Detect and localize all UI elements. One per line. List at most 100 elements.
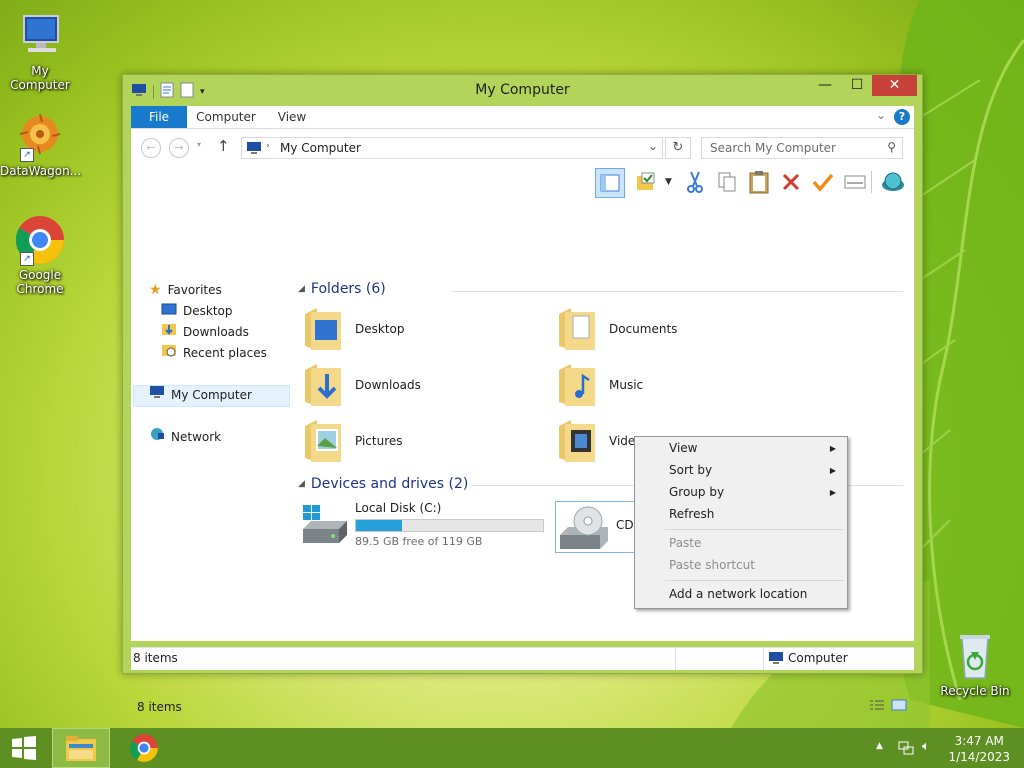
status-divider bbox=[675, 648, 676, 670]
nav-item-my-computer[interactable]: My Computer bbox=[149, 385, 252, 405]
clock-time: 3:47 AM bbox=[954, 734, 1004, 748]
menu-item-sort-by[interactable]: Sort by ▶ bbox=[636, 460, 846, 481]
computer-icon bbox=[768, 651, 784, 668]
large-icons-view-icon[interactable] bbox=[891, 699, 907, 714]
refresh-button[interactable]: ↻ bbox=[665, 137, 691, 159]
nav-item-favorites[interactable]: ★ Favorites bbox=[149, 280, 222, 300]
taskbar-chrome[interactable] bbox=[116, 728, 172, 768]
computer-icon bbox=[14, 10, 66, 62]
menu-separator bbox=[665, 529, 843, 530]
search-box[interactable]: Search My Computer ⚲ bbox=[701, 137, 903, 159]
menu-item-paste-shortcut[interactable]: Paste shortcut bbox=[636, 555, 846, 576]
menu-item-group-by[interactable]: Group by ▶ bbox=[636, 482, 846, 503]
breadcrumb-separator-icon[interactable]: › bbox=[266, 141, 270, 151]
menu-item-add-network-location[interactable]: Add a network location bbox=[636, 584, 846, 605]
show-hidden-icons-icon[interactable]: ▲ bbox=[876, 741, 883, 751]
folder-pictures[interactable]: Pictures bbox=[303, 415, 403, 467]
pictures-folder-icon bbox=[305, 420, 341, 462]
folder-desktop[interactable]: Desktop bbox=[303, 303, 405, 355]
forward-button[interactable]: → bbox=[169, 138, 189, 158]
layout-icon[interactable] bbox=[633, 168, 661, 196]
tab-computer[interactable]: Computer bbox=[193, 106, 259, 128]
submenu-arrow-icon: ▶ bbox=[829, 488, 836, 497]
address-dropdown-icon[interactable]: ⌄ bbox=[648, 139, 658, 153]
nav-label: Favorites bbox=[167, 283, 222, 297]
drive-name: CD bbox=[616, 518, 634, 532]
close-button[interactable]: ✕ bbox=[872, 75, 917, 96]
desktop-icon-recycle-bin[interactable]: Recycle Bin bbox=[935, 630, 1015, 698]
copy-icon[interactable] bbox=[713, 168, 741, 196]
recent-locations-icon[interactable]: ▾ bbox=[197, 140, 201, 149]
menu-separator bbox=[665, 580, 843, 581]
nav-item-downloads[interactable]: Downloads bbox=[161, 322, 249, 342]
up-button[interactable]: ↑ bbox=[217, 137, 230, 155]
network-globe-icon[interactable] bbox=[879, 168, 907, 196]
downloads-folder-icon bbox=[305, 364, 341, 406]
desktop-icon-label: Recycle Bin bbox=[940, 684, 1010, 698]
tab-file[interactable]: File bbox=[131, 106, 187, 128]
maximize-button[interactable]: ☐ bbox=[843, 75, 871, 96]
nav-item-recent-places[interactable]: Recent places bbox=[161, 343, 267, 363]
minimize-button[interactable]: — bbox=[811, 75, 839, 96]
status-item-count: 8 items bbox=[133, 651, 178, 665]
desktop-icon-label: My Computer bbox=[10, 64, 70, 92]
clock[interactable]: 3:47 AM 1/14/2023 bbox=[948, 733, 1010, 765]
nav-label: Recent places bbox=[183, 346, 267, 360]
expand-ribbon-icon[interactable]: ⌄ bbox=[876, 108, 886, 122]
local-disk-icon bbox=[303, 505, 347, 543]
desktop-icon-chrome[interactable]: ↗ Google Chrome bbox=[0, 214, 80, 296]
navigation-bar: ← → ▾ ↑ › My Computer ⌄ ↻ Search My Comp… bbox=[131, 129, 914, 165]
computer-icon bbox=[149, 385, 165, 405]
desktop-icon-datawagon[interactable]: ↗ DataWagon... bbox=[0, 110, 81, 178]
submenu-arrow-icon: ▶ bbox=[829, 466, 836, 475]
title-bar[interactable]: ▾ My Computer — ☐ ✕ bbox=[123, 75, 922, 105]
start-button[interactable] bbox=[0, 728, 48, 768]
layout-dropdown-icon[interactable]: ▼ bbox=[665, 177, 672, 187]
menu-item-view[interactable]: View ▶ bbox=[636, 438, 846, 459]
address-bar[interactable]: › My Computer ⌄ bbox=[241, 137, 663, 159]
address-text: My Computer bbox=[280, 141, 361, 155]
taskbar-file-explorer[interactable] bbox=[52, 728, 110, 768]
nav-item-network[interactable]: Network bbox=[149, 427, 221, 447]
desktop-icon bbox=[161, 301, 177, 321]
status-location: Computer bbox=[788, 651, 848, 665]
delete-icon[interactable] bbox=[777, 168, 805, 196]
nav-label: Desktop bbox=[183, 304, 233, 318]
desktop-icon-label: Google Chrome bbox=[16, 268, 64, 296]
nav-label: Network bbox=[171, 430, 222, 444]
desktop-icon-my-computer[interactable]: My Computer bbox=[0, 10, 80, 92]
volume-tray-icon[interactable]: 🔈︎ bbox=[922, 739, 930, 754]
item-count-bottom: 8 items bbox=[137, 700, 182, 714]
documents-folder-icon bbox=[559, 308, 595, 350]
help-icon[interactable]: ? bbox=[894, 109, 910, 125]
navigation-pane: ★ Favorites Desktop Downloads Recent pla… bbox=[131, 199, 291, 641]
status-divider bbox=[763, 648, 764, 670]
cut-icon[interactable] bbox=[681, 168, 709, 196]
drive-free-space: 89.5 GB free of 119 GB bbox=[355, 535, 483, 548]
folder-documents[interactable]: Documents bbox=[557, 303, 677, 355]
group-header-devices[interactable]: ◢ Devices and drives (2) bbox=[298, 476, 468, 492]
desktop-folder-icon bbox=[305, 308, 341, 350]
folder-label: Documents bbox=[609, 322, 678, 336]
preview-pane-button[interactable] bbox=[595, 168, 625, 198]
submenu-arrow-icon: ▶ bbox=[829, 444, 836, 453]
group-header-folders[interactable]: ◢ Folders (6) bbox=[298, 281, 386, 297]
chrome-icon: ↗ bbox=[14, 214, 66, 266]
folder-downloads[interactable]: Downloads bbox=[303, 359, 421, 411]
tab-view[interactable]: View bbox=[269, 106, 315, 128]
paste-icon[interactable] bbox=[745, 168, 773, 196]
network-tray-icon[interactable] bbox=[898, 740, 914, 759]
menu-item-refresh[interactable]: Refresh bbox=[636, 504, 846, 525]
nav-item-desktop[interactable]: Desktop bbox=[161, 301, 233, 321]
drive-local-disk-c[interactable]: Local Disk (C:) 89.5 GB free of 119 GB bbox=[301, 501, 544, 548]
folder-music[interactable]: Music bbox=[557, 359, 643, 411]
details-view-icon[interactable] bbox=[869, 699, 885, 714]
back-button[interactable]: ← bbox=[141, 138, 161, 158]
menu-item-paste[interactable]: Paste bbox=[636, 533, 846, 554]
rename-check-icon[interactable] bbox=[809, 168, 837, 196]
shortcut-arrow-icon: ↗ bbox=[20, 252, 34, 266]
folder-label: Desktop bbox=[355, 322, 405, 336]
search-input[interactable]: Search My Computer bbox=[710, 141, 836, 155]
properties-icon[interactable] bbox=[841, 168, 869, 196]
group-title: Folders (6) bbox=[310, 281, 386, 297]
